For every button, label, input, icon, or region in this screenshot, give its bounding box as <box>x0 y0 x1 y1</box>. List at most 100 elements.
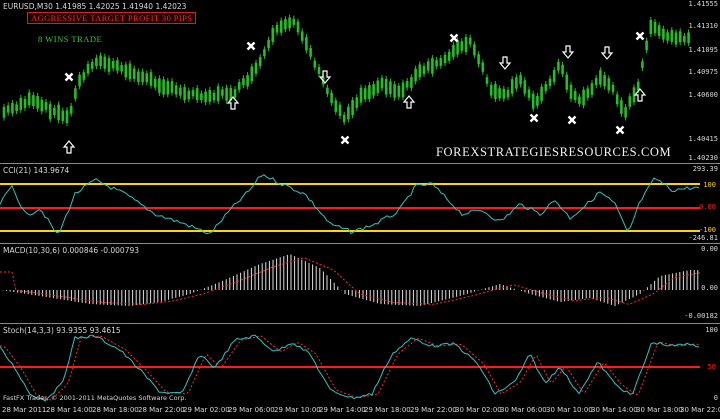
wins-label: 8 WINS TRADE <box>38 34 103 44</box>
stoch-pane[interactable]: Stoch(14,3,3) 93.9355 93.4615 100 50 0 <box>0 324 720 405</box>
candle-body <box>250 66 254 81</box>
cci-pane[interactable]: CCI(21) 143.9674 293.39 100 0.00 -100 -2… <box>0 164 720 243</box>
candle-body <box>393 84 396 98</box>
candle-body <box>275 24 279 33</box>
sell-arrow-icon <box>600 46 614 60</box>
exit-cross-icon <box>529 113 539 123</box>
time-tick: 30 Mar 02:00 <box>455 406 502 414</box>
candle-body <box>460 41 464 51</box>
candle-body <box>674 32 678 45</box>
candle-body <box>195 88 199 100</box>
candle-body <box>578 96 581 104</box>
candle-body <box>330 92 333 104</box>
price-pane[interactable]: EURUSD,M30 1.41985 1.42025 1.41940 1.420… <box>0 0 720 163</box>
candle-body <box>573 91 577 100</box>
price-axis-label: 1.41310 <box>688 22 718 30</box>
candle-body <box>435 60 438 67</box>
candle-body <box>569 84 573 99</box>
candle-body <box>607 78 611 91</box>
candle-body <box>657 25 661 37</box>
candle-body <box>11 102 14 114</box>
candle-body <box>594 78 598 86</box>
candle-body <box>57 104 60 121</box>
candle-body <box>557 61 560 71</box>
candle-body <box>296 21 300 33</box>
candle-body <box>145 73 149 82</box>
candle-body <box>99 55 102 67</box>
time-tick: 30 Mar 10:00 <box>546 406 593 414</box>
macd-pane[interactable]: MACD(10,30,6) 0.000846 -0.000793 0.00 0.… <box>0 244 720 323</box>
candle-body <box>6 105 10 113</box>
candle-body <box>149 72 153 86</box>
cci-axis-bottom: -246.81 <box>688 234 718 242</box>
cci-level-lower: -100 <box>699 226 716 234</box>
candle-body <box>641 61 644 68</box>
candle-body <box>464 36 468 52</box>
candle-body <box>565 74 569 90</box>
time-tick: 29 Mar 06:00 <box>228 406 275 414</box>
candle-body <box>515 77 518 89</box>
time-tick: 29 Mar 14:00 <box>319 406 366 414</box>
candle-body <box>162 79 165 95</box>
stoch-chart <box>0 334 700 402</box>
candle-body <box>603 75 606 87</box>
copyright-text: FastFX Trader, © 2001-2011 MetaQuotes So… <box>3 394 187 402</box>
candle-body <box>216 86 220 102</box>
candle-body <box>27 92 31 105</box>
candle-body <box>221 89 224 96</box>
strategy-headline: AGGRESSIVE TARGET PROFIT 30 PIPS <box>27 12 197 24</box>
candle-body <box>523 80 527 94</box>
candle-body <box>368 85 371 99</box>
candle-body <box>128 63 132 80</box>
candle-body <box>141 71 144 83</box>
candle-body <box>90 62 94 69</box>
candle-body <box>561 64 564 75</box>
candle-body <box>107 58 111 72</box>
time-tick: 29 Mar 18:00 <box>364 406 411 414</box>
candle-body <box>649 19 653 35</box>
candle-body <box>439 58 443 66</box>
time-tick: 30 Mar 22:00 <box>680 406 720 414</box>
candle-body <box>124 64 128 78</box>
candle-body <box>40 99 44 112</box>
candle-body <box>536 95 539 106</box>
sell-arrow-icon <box>498 56 512 70</box>
candle-body <box>624 107 627 118</box>
candle-body <box>208 89 212 102</box>
macd-axis-top: 0.00 <box>701 245 718 253</box>
candle-body <box>2 106 6 118</box>
price-axis-label: 1.40975 <box>688 68 718 76</box>
price-axis-label: 1.40230 <box>688 154 718 162</box>
candle-body <box>166 80 170 95</box>
candle-body <box>452 44 455 57</box>
candle-body <box>288 17 291 29</box>
symbol-label: EURUSD,M30 1.41985 1.42025 1.41940 1.420… <box>3 2 187 11</box>
candle-body <box>653 21 657 34</box>
candle-body <box>414 68 417 82</box>
candle-body <box>372 84 375 96</box>
candle-body <box>120 65 123 72</box>
candle-body <box>225 87 228 101</box>
candle-body <box>670 30 674 42</box>
candle-body <box>137 71 140 82</box>
exit-cross-icon <box>340 135 350 145</box>
candle-body <box>540 86 543 101</box>
candle-body <box>410 77 413 88</box>
candle-body <box>620 100 623 114</box>
buy-arrow-icon <box>62 140 76 154</box>
candle-body <box>334 100 338 112</box>
candle-body <box>23 99 27 108</box>
candle-body <box>628 96 632 107</box>
candle-body <box>309 48 312 57</box>
candle-body <box>443 54 447 64</box>
candle-body <box>61 110 65 121</box>
candle-body <box>212 92 216 101</box>
candle-body <box>468 37 472 45</box>
price-axis-label: 1.40415 <box>688 135 718 143</box>
candle-body <box>95 57 98 67</box>
candle-body <box>666 32 669 41</box>
candle-body <box>519 75 522 85</box>
candle-body <box>284 19 287 30</box>
stoch-axis-mid: 50 <box>707 363 716 371</box>
candle-body <box>502 88 506 99</box>
